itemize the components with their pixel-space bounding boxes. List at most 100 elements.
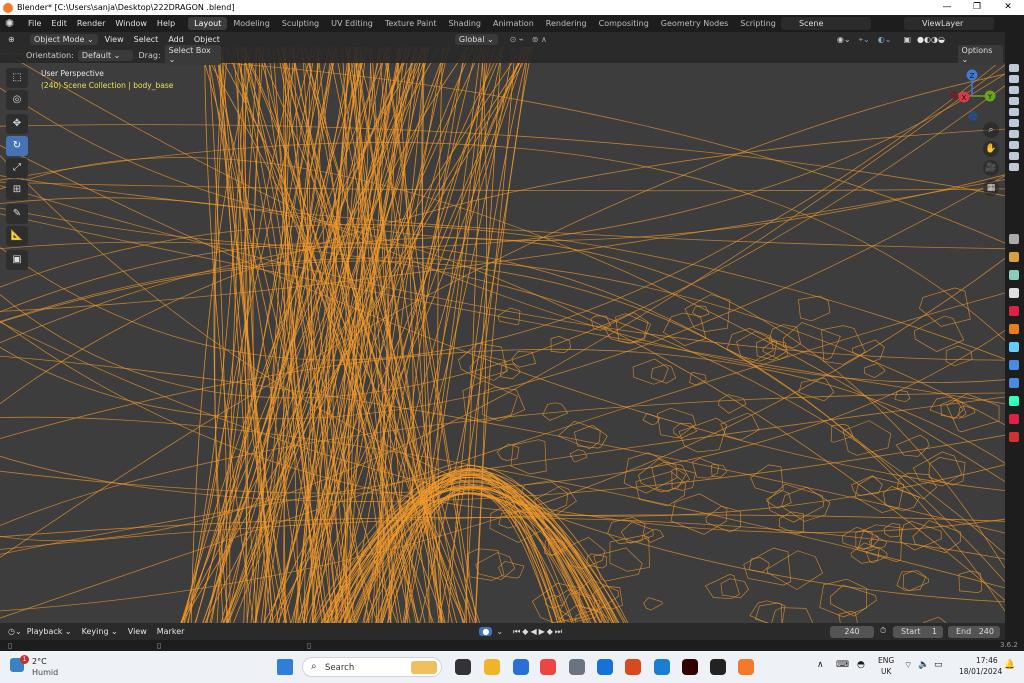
tray-chevron-icon[interactable]: ∧ [817, 660, 824, 670]
menu-select[interactable]: Select [129, 35, 164, 44]
annotate-tool-icon[interactable]: ✎ [6, 204, 28, 224]
select-box-tool-icon[interactable]: ⬚ [6, 68, 28, 88]
overlay-toggle-icon[interactable]: ◐⌄ [878, 35, 892, 44]
orientation-dropdown[interactable]: Default ⌄ [77, 49, 133, 61]
chrome-icon[interactable] [540, 659, 556, 675]
lang-secondary[interactable]: UK [881, 667, 891, 676]
scale-tool-icon[interactable]: ⤢ [6, 158, 28, 178]
menu-help[interactable]: Help [152, 19, 180, 28]
close-button[interactable]: ✕ [993, 0, 1023, 15]
proportional-edit-icon[interactable]: ⊚ ∧ [532, 35, 547, 44]
clock-date[interactable]: 18/01/2024 [959, 667, 1002, 676]
3d-viewport[interactable] [0, 47, 1005, 623]
measure-tool-icon[interactable]: 📐 [6, 226, 28, 246]
properties-tab-icon[interactable] [1009, 234, 1019, 244]
keyboard-icon[interactable]: ⌨ [836, 660, 849, 670]
cursor-tool-icon[interactable]: ◎ [6, 90, 28, 110]
tab-layout[interactable]: Layout [188, 17, 228, 30]
camera-visibility-icon[interactable] [1009, 86, 1019, 94]
start-frame-field[interactable]: Start 1 [893, 626, 943, 638]
viewlayer-selector[interactable]: ViewLayer [904, 17, 994, 30]
tab-shading[interactable]: Shading [442, 17, 487, 30]
camera-visibility-icon[interactable] [1009, 75, 1019, 83]
menu-file[interactable]: File [23, 19, 46, 28]
tab-geometry-nodes[interactable]: Geometry Nodes [655, 17, 734, 30]
camera-visibility-icon[interactable] [1009, 97, 1019, 105]
blender-taskbar-icon[interactable] [738, 659, 754, 675]
timer-icon[interactable]: ⏱ [880, 626, 886, 636]
current-frame-field[interactable]: 240 [830, 626, 874, 638]
camera-visibility-icon[interactable] [1009, 130, 1019, 138]
mail-icon[interactable] [654, 659, 670, 675]
menu-add[interactable]: Add [163, 35, 189, 44]
gizmo-neg-x-icon[interactable] [950, 91, 958, 99]
rotate-tool-icon[interactable]: ↻ [6, 136, 28, 156]
properties-tab-icon[interactable] [1009, 360, 1019, 370]
xray-toggle-icon[interactable]: ▣ [903, 35, 911, 44]
timeline-marker-menu[interactable]: Marker [152, 627, 190, 636]
wifi-icon[interactable]: ⌔ [904, 660, 912, 671]
menu-render[interactable]: Render [72, 19, 110, 28]
timeline-keying-menu[interactable]: Keying ⌄ [77, 627, 123, 636]
camera-visibility-icon[interactable] [1009, 141, 1019, 149]
properties-tab-icon[interactable] [1009, 342, 1019, 352]
camera-visibility-icon[interactable] [1009, 152, 1019, 160]
tab-scripting[interactable]: Scripting [734, 17, 782, 30]
properties-tab-icon[interactable] [1009, 270, 1019, 280]
timeline-editor-icon[interactable]: ◷⌄ [8, 627, 22, 636]
shading-solid-icon[interactable]: ●◐◑◒ [917, 35, 945, 44]
snap-icon[interactable]: ⊙ ⌁ [510, 35, 524, 44]
keyframe-type-icon[interactable]: ⌄ [496, 627, 503, 636]
taskbar-search[interactable]: ⌕ Search [302, 657, 442, 677]
properties-tab-icon[interactable] [1009, 414, 1019, 424]
tab-compositing[interactable]: Compositing [593, 17, 655, 30]
end-frame-field[interactable]: End 240 [948, 626, 1000, 638]
editor-type-icon[interactable]: ⊕ [8, 35, 22, 44]
tab-rendering[interactable]: Rendering [540, 17, 593, 30]
properties-tab-icon[interactable] [1009, 432, 1019, 442]
blender-menu-icon[interactable]: ✺ [5, 17, 19, 31]
menu-window[interactable]: Window [110, 19, 152, 28]
camera-visibility-icon[interactable] [1009, 64, 1019, 72]
gizmo-toggle-icon[interactable]: ⌖⌄ [859, 35, 870, 45]
lang-primary[interactable]: ENG [878, 656, 894, 665]
app-icon[interactable] [625, 659, 641, 675]
outlook-icon[interactable] [597, 659, 613, 675]
gizmo-neg-z-icon[interactable] [968, 111, 978, 121]
transform-orientation-dropdown[interactable]: Global ⌄ [454, 34, 498, 45]
visibility-icon[interactable]: ◉⌄ [837, 35, 851, 44]
menu-view[interactable]: View [100, 35, 129, 44]
tab-sculpting[interactable]: Sculpting [276, 17, 325, 30]
tab-modeling[interactable]: Modeling [227, 17, 275, 30]
mode-dropdown[interactable]: Object Mode ⌄ [30, 34, 98, 45]
camera-visibility-icon[interactable] [1009, 163, 1019, 171]
tab-uv-editing[interactable]: UV Editing [325, 17, 379, 30]
file-explorer-icon[interactable] [484, 659, 500, 675]
maximize-button[interactable]: ❐ [962, 0, 992, 15]
notification-bell-icon[interactable]: 🔔 [1004, 660, 1015, 670]
properties-tab-icon[interactable] [1009, 396, 1019, 406]
properties-tab-icon[interactable] [1009, 378, 1019, 388]
volume-icon[interactable]: 🔈 [918, 660, 929, 670]
start-icon[interactable] [277, 659, 293, 675]
zoom-icon[interactable]: ⌕ [983, 122, 999, 138]
sticky-notes-icon[interactable] [710, 659, 726, 675]
camera-visibility-icon[interactable] [1009, 108, 1019, 116]
pan-hand-icon[interactable]: ✋ [983, 141, 999, 157]
options-dropdown[interactable]: Options ⌄ [957, 45, 1003, 65]
tab-texture-paint[interactable]: Texture Paint [379, 17, 443, 30]
navigation-gizmo[interactable]: Z Y X [944, 66, 1000, 122]
settings-icon[interactable] [569, 659, 585, 675]
tray-app-icon[interactable]: ◓ [857, 660, 865, 670]
transform-tool-icon[interactable]: ⊞ [6, 180, 28, 200]
clock-time[interactable]: 17:46 [976, 656, 998, 665]
properties-tab-icon[interactable] [1009, 288, 1019, 298]
minimize-button[interactable]: — [932, 0, 962, 15]
properties-tab-icon[interactable] [1009, 252, 1019, 262]
drag-dropdown[interactable]: Select Box ⌄ [164, 45, 221, 65]
autokey-record-icon[interactable]: ● [479, 627, 493, 636]
properties-tab-icon[interactable] [1009, 324, 1019, 334]
ortho-grid-icon[interactable]: ▦ [983, 180, 999, 196]
illustrator-icon[interactable] [682, 659, 698, 675]
tab-animation[interactable]: Animation [487, 17, 540, 30]
